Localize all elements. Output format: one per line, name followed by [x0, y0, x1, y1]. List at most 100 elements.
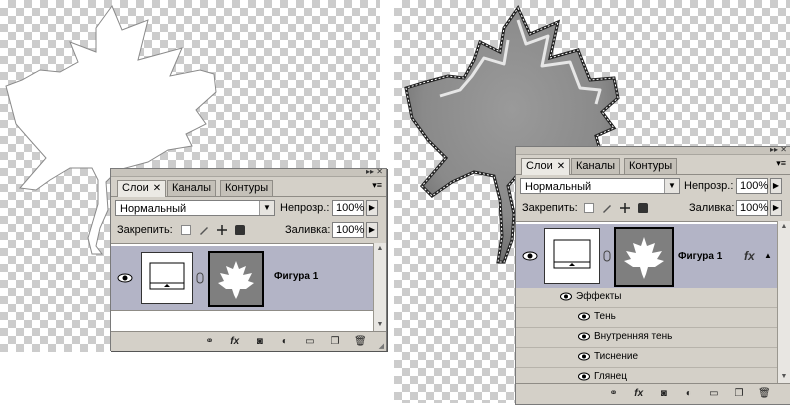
effect-row-satin[interactable]: Глянец [516, 368, 777, 384]
adjustment-icon[interactable]: ◐ [683, 388, 695, 400]
lock-transparent-icon[interactable] [181, 225, 191, 236]
move-icon[interactable] [217, 225, 228, 236]
eye-icon[interactable] [117, 272, 133, 284]
trash-icon[interactable]: 🗑 [354, 336, 367, 348]
fx-icon[interactable]: fx [633, 388, 645, 400]
fill-input[interactable]: 100% [332, 222, 364, 238]
link-layers-icon[interactable]: ⚭ [608, 388, 620, 400]
panel-titlebar[interactable]: ▸▸ ✕ [516, 146, 790, 155]
layer-name[interactable]: Фигура 1 [678, 251, 722, 262]
layers-list: Фигура 1 [111, 243, 373, 332]
adjustment-icon[interactable]: ◐ [279, 336, 291, 348]
fill-input[interactable]: 100% [736, 200, 768, 216]
scroll-up-icon[interactable]: ▲ [374, 243, 386, 255]
lock-icon[interactable] [235, 225, 246, 236]
layer-thumbnail[interactable] [544, 228, 600, 284]
fill-slider-button[interactable]: ▶ [366, 222, 378, 238]
lock-label: Закрепить: [117, 224, 173, 236]
chevron-down-icon[interactable]: ▼ [664, 179, 679, 193]
chevron-down-icon[interactable]: ▼ [259, 201, 274, 215]
layers-scrollbar[interactable]: ▲ ▼ [373, 243, 386, 331]
effect-label: Тень [594, 311, 616, 322]
panel-menu-icon[interactable]: ▾≡ [372, 181, 382, 190]
expand-effects-icon[interactable]: ▲ [764, 251, 772, 260]
brush-icon[interactable] [602, 203, 612, 214]
panel-collapse-icon[interactable]: ▸▸ ✕ [366, 168, 383, 176]
tab-channels-label: Каналы [172, 182, 212, 194]
opacity-label: Непрозр.: [280, 202, 330, 214]
panel-tabs: Слои ✕ Каналы Контуры ▾≡ [111, 177, 386, 197]
tab-paths[interactable]: Контуры [220, 180, 274, 196]
chain-icon[interactable] [196, 272, 204, 287]
opacity-slider-button[interactable]: ▶ [366, 200, 378, 216]
opacity-input[interactable]: 100% [736, 178, 768, 194]
eye-icon[interactable] [578, 332, 590, 344]
tab-paths-label: Контуры [629, 160, 673, 172]
tab-channels-label: Каналы [576, 160, 616, 172]
chain-icon[interactable] [603, 250, 611, 265]
effects-group-row[interactable]: Эффекты [516, 288, 777, 308]
lock-icon[interactable] [638, 203, 649, 214]
lock-row: Закрепить: Заливка: 100% ▶ [516, 197, 790, 219]
new-layer-icon[interactable]: ❐ [733, 388, 745, 400]
eye-icon[interactable] [560, 292, 572, 304]
effect-row-emboss[interactable]: Тиснение [516, 348, 777, 368]
effect-label: Глянец [594, 371, 627, 382]
fill-label: Заливка: [285, 224, 331, 236]
tab-layers-label: Слои [122, 182, 149, 194]
panel-menu-icon[interactable]: ▾≡ [776, 159, 786, 168]
scroll-up-icon[interactable]: ▲ [778, 221, 790, 233]
scroll-down-icon[interactable]: ▼ [778, 371, 790, 383]
group-folder-icon[interactable]: ▭ [304, 336, 316, 348]
fill-slider-button[interactable]: ▶ [770, 200, 782, 216]
effect-label: Внутренняя тень [594, 331, 673, 342]
tab-close-icon[interactable]: ✕ [153, 183, 161, 194]
fill-label: Заливка: [689, 202, 735, 214]
tab-channels[interactable]: Каналы [571, 158, 621, 174]
move-icon[interactable] [620, 203, 631, 214]
layer-thumbnail[interactable] [141, 252, 193, 304]
opacity-input[interactable]: 100% [332, 200, 364, 216]
vector-mask-thumbnail[interactable] [614, 227, 674, 287]
tab-paths[interactable]: Контуры [624, 158, 678, 174]
tab-channels[interactable]: Каналы [167, 180, 217, 196]
eye-icon[interactable] [578, 312, 590, 324]
blend-mode-value: Нормальный [525, 181, 592, 193]
group-folder-icon[interactable]: ▭ [708, 388, 720, 400]
panel-bottom-bar: ⚭ fx ◙ ◐ ▭ ❐ 🗑 [516, 383, 790, 404]
tab-close-icon[interactable]: ✕ [557, 161, 565, 172]
lock-transparent-icon[interactable] [584, 203, 594, 214]
layer-row[interactable]: Фигура 1 [111, 246, 373, 311]
new-layer-icon[interactable]: ❐ [329, 336, 341, 348]
layer-fx-indicator[interactable]: fx [744, 249, 755, 263]
link-layers-icon[interactable]: ⚭ [204, 336, 216, 348]
panel-titlebar[interactable]: ▸▸ ✕ [111, 168, 386, 177]
scroll-down-icon[interactable]: ▼ [374, 319, 386, 331]
layer-name[interactable]: Фигура 1 [274, 271, 318, 282]
vector-mask-thumbnail[interactable] [208, 251, 264, 307]
blend-mode-select[interactable]: Нормальный ▼ [115, 200, 275, 216]
blend-mode-value: Нормальный [120, 203, 187, 215]
panel-collapse-icon[interactable]: ▸▸ ✕ [770, 146, 787, 154]
tab-layers[interactable]: Слои ✕ [117, 180, 167, 197]
effect-row-inner-shadow[interactable]: Внутренняя тень [516, 328, 777, 348]
layer-row[interactable]: Фигура 1 fx ▲ [516, 224, 777, 289]
opacity-slider-button[interactable]: ▶ [770, 178, 782, 194]
blend-row: Нормальный ▼ Непрозр.: 100% ▶ [111, 197, 386, 219]
blend-mode-select[interactable]: Нормальный ▼ [520, 178, 680, 194]
layers-panel-left: ▸▸ ✕ Слои ✕ Каналы Контуры ▾≡ Нормальный … [110, 168, 387, 351]
mask-icon[interactable]: ◙ [658, 388, 670, 400]
mask-icon[interactable]: ◙ [254, 336, 266, 348]
eye-icon[interactable] [578, 352, 590, 364]
layers-scrollbar[interactable]: ▲ ▼ [777, 221, 790, 383]
brush-icon[interactable] [199, 225, 209, 236]
effect-row-drop-shadow[interactable]: Тень [516, 308, 777, 328]
resize-grip-icon[interactable]: ◢ [379, 342, 384, 350]
lock-label: Закрепить: [522, 202, 578, 214]
trash-icon[interactable]: 🗑 [758, 388, 771, 400]
tab-layers[interactable]: Слои ✕ [521, 158, 571, 175]
layers-panel-right: ▸▸ ✕ Слои ✕ Каналы Контуры ▾≡ Нормальный … [515, 146, 790, 405]
effect-label: Тиснение [594, 351, 639, 362]
eye-icon[interactable] [522, 250, 538, 262]
fx-icon[interactable]: fx [229, 336, 241, 348]
